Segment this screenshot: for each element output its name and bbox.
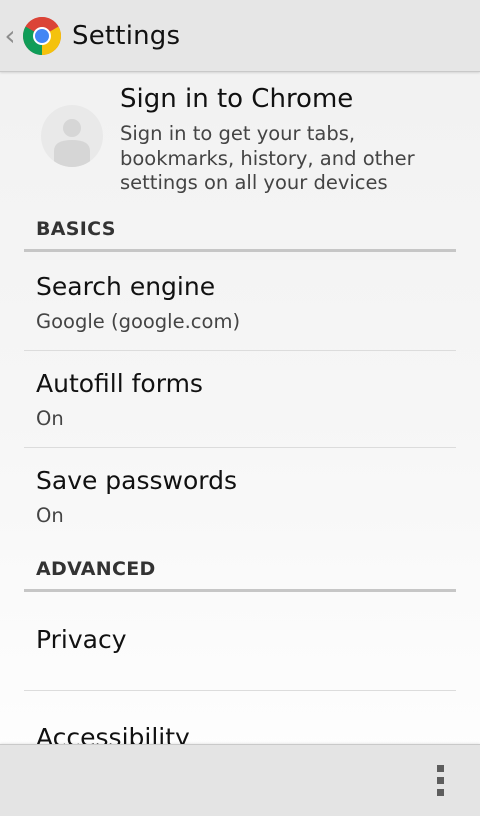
section-header-basics: BASICS — [24, 212, 456, 252]
pref-title: Search engine — [36, 272, 216, 301]
pref-save-passwords[interactable]: Save passwords On — [24, 448, 456, 553]
person-avatar-icon — [41, 105, 103, 167]
bottom-bar — [0, 744, 480, 816]
pref-summary: On — [36, 504, 64, 527]
pref-search-engine[interactable]: Search engine Google (google.com) — [24, 252, 456, 351]
settings-screen: ‹ Settings Sign in to Chrome Sign in to … — [0, 0, 480, 816]
section-header-label: BASICS — [36, 218, 116, 240]
pref-privacy[interactable]: Privacy — [24, 593, 456, 691]
signin-description: Sign in to get your tabs, bookmarks, his… — [120, 122, 415, 194]
action-bar: ‹ Settings — [0, 0, 480, 72]
pref-title: Autofill forms — [36, 369, 203, 398]
section-header-advanced: ADVANCED — [24, 552, 456, 592]
signin-title: Sign in to Chrome — [120, 84, 354, 114]
back-caret-icon[interactable]: ‹ — [2, 0, 18, 72]
overflow-menu-icon[interactable] — [433, 765, 447, 799]
pref-accessibility[interactable]: Accessibility — [24, 691, 456, 752]
section-header-label: ADVANCED — [36, 558, 156, 580]
page-title: Settings — [72, 20, 181, 51]
signin-item[interactable]: Sign in to Chrome Sign in to get your ta… — [0, 72, 480, 196]
pref-summary: Google (google.com) — [36, 310, 241, 333]
chrome-logo-icon[interactable] — [22, 16, 62, 56]
pref-summary: On — [36, 407, 64, 430]
pref-autofill-forms[interactable]: Autofill forms On — [24, 351, 456, 448]
pref-title: Privacy — [36, 625, 127, 654]
pref-title: Save passwords — [36, 466, 238, 495]
